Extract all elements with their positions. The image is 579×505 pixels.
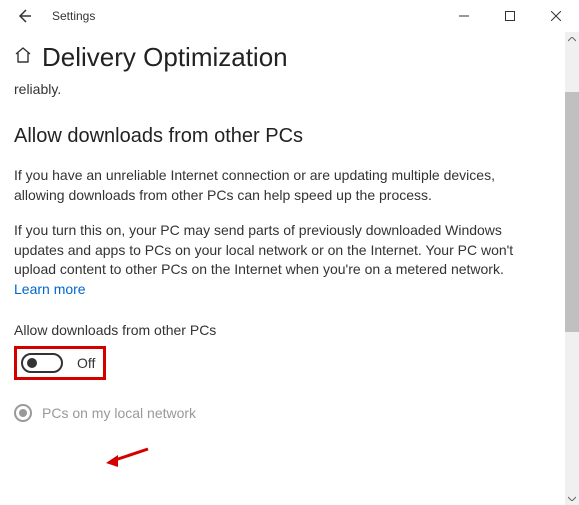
- vertical-scrollbar[interactable]: [565, 32, 579, 505]
- annotation-arrow-icon: [104, 445, 150, 469]
- scroll-thumb[interactable]: [565, 92, 579, 332]
- home-icon[interactable]: [14, 46, 32, 69]
- page-header: Delivery Optimization: [14, 42, 559, 73]
- radio-dot: [19, 409, 27, 417]
- maximize-button[interactable]: [487, 0, 533, 32]
- page-title: Delivery Optimization: [42, 42, 288, 73]
- toggle-knob: [27, 358, 37, 368]
- minimize-icon: [459, 11, 469, 21]
- titlebar: Settings: [0, 0, 579, 32]
- text-fragment: reliably.: [14, 81, 559, 97]
- maximize-icon: [505, 11, 515, 21]
- section-heading: Allow downloads from other PCs: [14, 125, 559, 148]
- back-button[interactable]: [8, 0, 40, 32]
- description-paragraph-2: If you turn this on, your PC may send pa…: [14, 221, 524, 299]
- radio-button-local: [14, 404, 32, 422]
- scroll-down-button[interactable]: [565, 491, 579, 505]
- window-title: Settings: [52, 9, 95, 23]
- back-arrow-icon: [16, 8, 32, 24]
- toggle-row: Off: [14, 346, 559, 380]
- radio-label-local: PCs on my local network: [42, 405, 196, 421]
- scroll-up-button[interactable]: [565, 32, 579, 46]
- toggle-heading: Allow downloads from other PCs: [14, 322, 559, 338]
- radio-option-local-network: PCs on my local network: [14, 404, 559, 422]
- chevron-down-icon: [568, 496, 576, 501]
- content-area: Delivery Optimization reliably. Allow do…: [0, 32, 579, 442]
- toggle-state-label: Off: [77, 355, 95, 371]
- allow-downloads-toggle[interactable]: [21, 353, 63, 373]
- description-paragraph-1: If you have an unreliable Internet conne…: [14, 166, 524, 205]
- paragraph-2-text: If you turn this on, your PC may send pa…: [14, 222, 513, 277]
- chevron-up-icon: [568, 37, 576, 42]
- learn-more-link[interactable]: Learn more: [14, 280, 86, 300]
- close-button[interactable]: [533, 0, 579, 32]
- annotation-highlight: Off: [14, 346, 106, 380]
- close-icon: [551, 11, 561, 21]
- window-controls: [441, 0, 579, 32]
- minimize-button[interactable]: [441, 0, 487, 32]
